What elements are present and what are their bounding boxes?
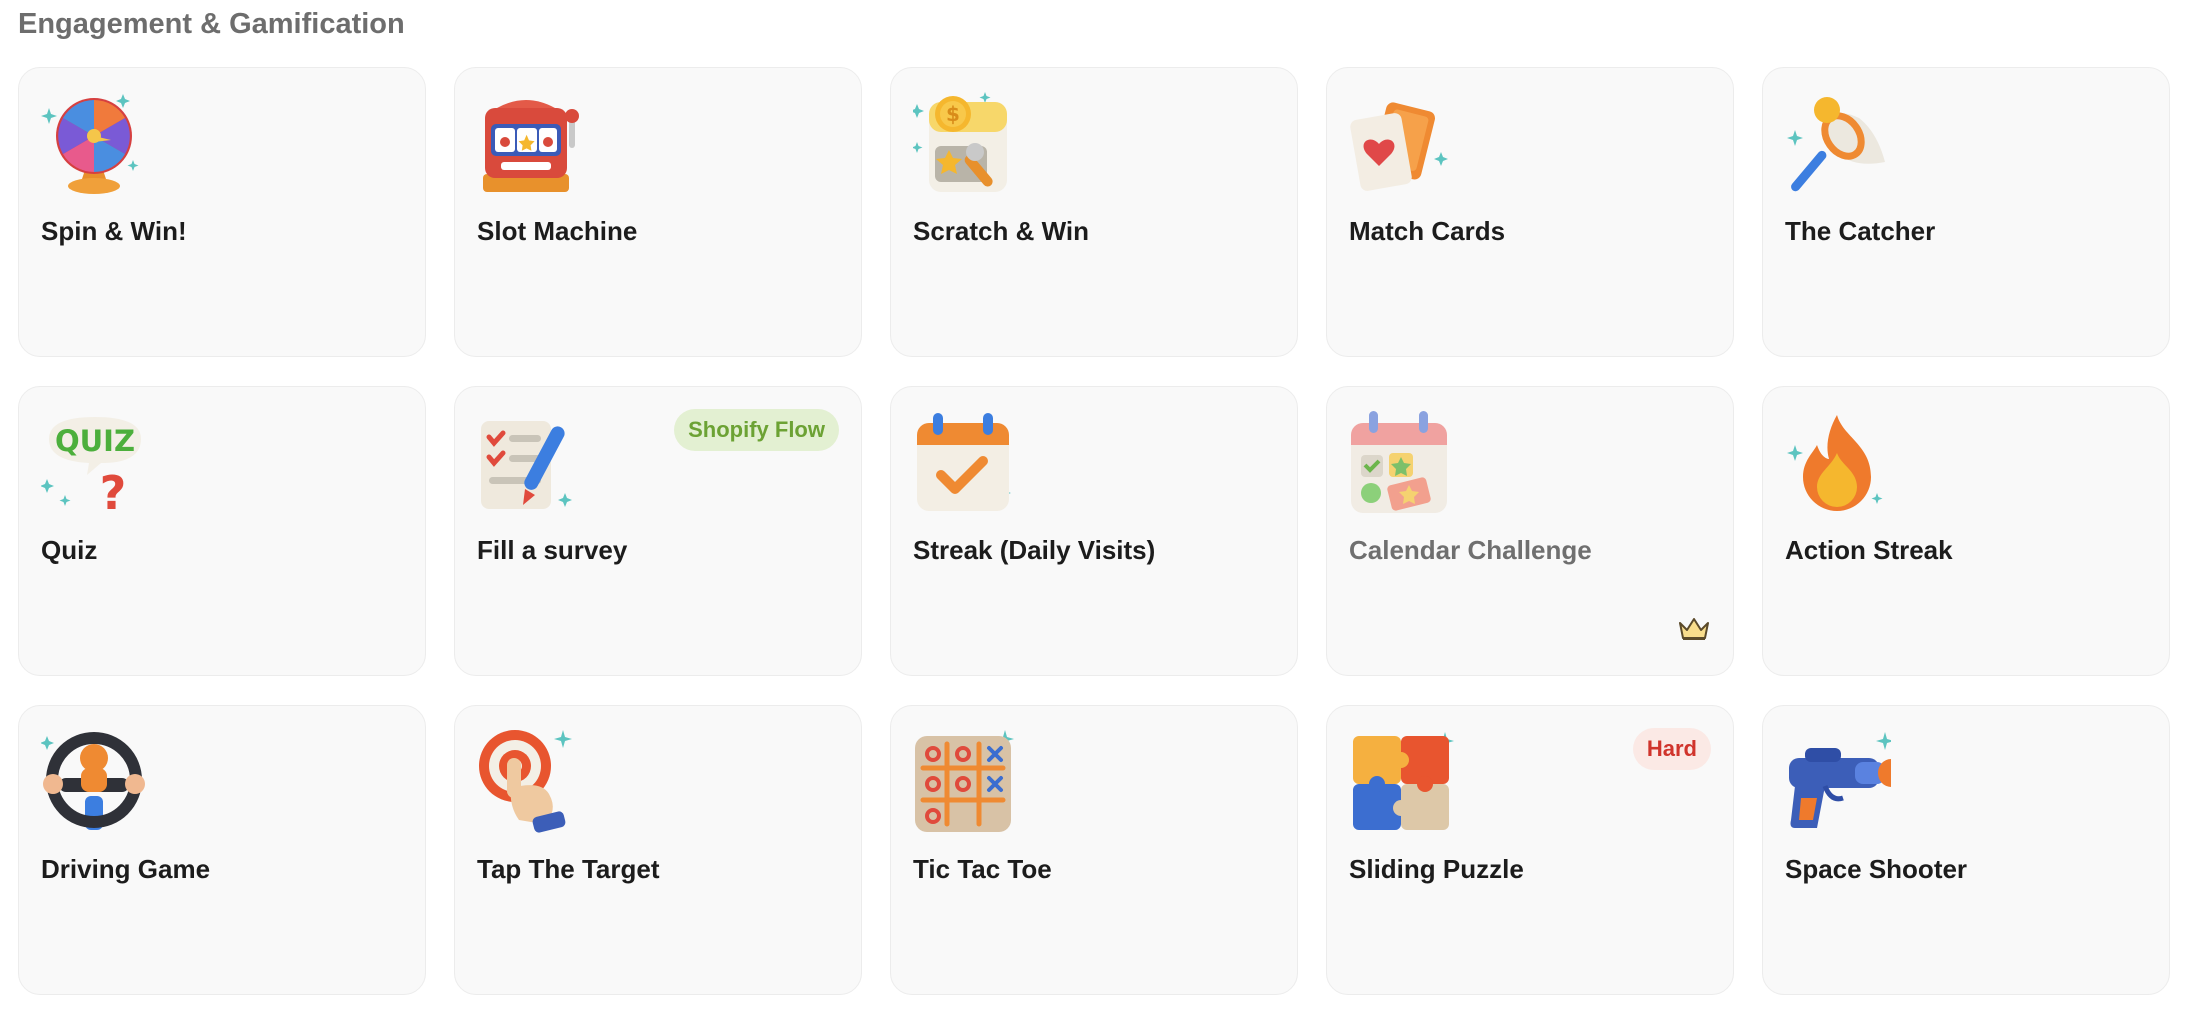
quiz-bubble-icon: QUIZ ?: [41, 409, 147, 515]
blaster-icon: [1785, 728, 1891, 834]
game-card-label: Sliding Puzzle: [1349, 854, 1524, 884]
game-card-driving-game[interactable]: Driving Game: [18, 705, 426, 995]
svg-text:QUIZ: QUIZ: [55, 424, 135, 458]
crown-icon: [1679, 618, 1709, 640]
game-card-calendar-challenge[interactable]: Calendar Challenge: [1326, 386, 1734, 676]
butterfly-net-icon: [1785, 90, 1891, 196]
game-card-match-cards[interactable]: Match Cards: [1326, 67, 1734, 357]
svg-text:$: $: [946, 102, 960, 126]
cards-icon: [1349, 90, 1455, 196]
flame-icon: [1785, 409, 1891, 515]
game-card-slot-machine[interactable]: Slot Machine: [454, 67, 862, 357]
svg-text:?: ?: [100, 466, 127, 515]
game-card-label: Fill a survey: [477, 535, 628, 565]
game-grid: Spin & Win! Slot Machine $ Scratch & Win…: [18, 67, 2170, 995]
game-card-scratch-and-win[interactable]: $ Scratch & Win: [890, 67, 1298, 357]
calendar-stickers-icon: [1349, 409, 1455, 515]
game-card-label: Spin & Win!: [41, 216, 187, 246]
game-card-label: Slot Machine: [477, 216, 638, 246]
game-card-sliding-puzzle[interactable]: Hard Sliding Puzzle: [1326, 705, 1734, 995]
game-card-action-streak[interactable]: Action Streak: [1762, 386, 2170, 676]
game-card-label: Tap The Target: [477, 854, 660, 884]
calendar-check-icon: [913, 409, 1019, 515]
shopify-flow-badge: Shopify Flow: [674, 409, 839, 451]
game-card-tap-the-target[interactable]: Tap The Target: [454, 705, 862, 995]
game-card-label: Action Streak: [1785, 535, 1953, 565]
game-card-space-shooter[interactable]: Space Shooter: [1762, 705, 2170, 995]
game-card-label: Scratch & Win: [913, 216, 1090, 246]
game-card-spin-and-win[interactable]: Spin & Win!: [18, 67, 426, 357]
game-card-fill-a-survey[interactable]: Shopify Flow Fill a survey: [454, 386, 862, 676]
game-card-the-catcher[interactable]: The Catcher: [1762, 67, 2170, 357]
game-card-tic-tac-toe[interactable]: Tic Tac Toe: [890, 705, 1298, 995]
prize-wheel-icon: [41, 90, 147, 196]
section-title: Engagement & Gamification: [18, 8, 405, 40]
puzzle-icon: [1349, 728, 1455, 834]
game-card-label: Space Shooter: [1785, 854, 1968, 884]
game-card-quiz[interactable]: QUIZ ? Quiz: [18, 386, 426, 676]
game-card-label: Streak (Daily Visits): [913, 535, 1156, 565]
steering-wheel-icon: [41, 728, 147, 834]
tic-tac-toe-icon: [913, 728, 1019, 834]
game-card-label: Tic Tac Toe: [913, 854, 1052, 884]
difficulty-badge: Hard: [1632, 728, 1711, 770]
survey-checklist-icon: [477, 409, 583, 515]
game-card-label: Driving Game: [41, 854, 211, 884]
page: Engagement & Gamification Spin & Win! Sl…: [0, 0, 2188, 1018]
game-card-streak-daily-visits[interactable]: Streak (Daily Visits): [890, 386, 1298, 676]
game-card-label: Quiz: [41, 535, 98, 565]
game-card-label: The Catcher: [1785, 216, 1936, 246]
game-card-label: Match Cards: [1349, 216, 1506, 246]
scratch-card-icon: $: [913, 90, 1019, 196]
target-tap-icon: [477, 728, 583, 834]
game-card-label: Calendar Challenge: [1349, 535, 1592, 565]
slot-machine-icon: [477, 90, 583, 196]
